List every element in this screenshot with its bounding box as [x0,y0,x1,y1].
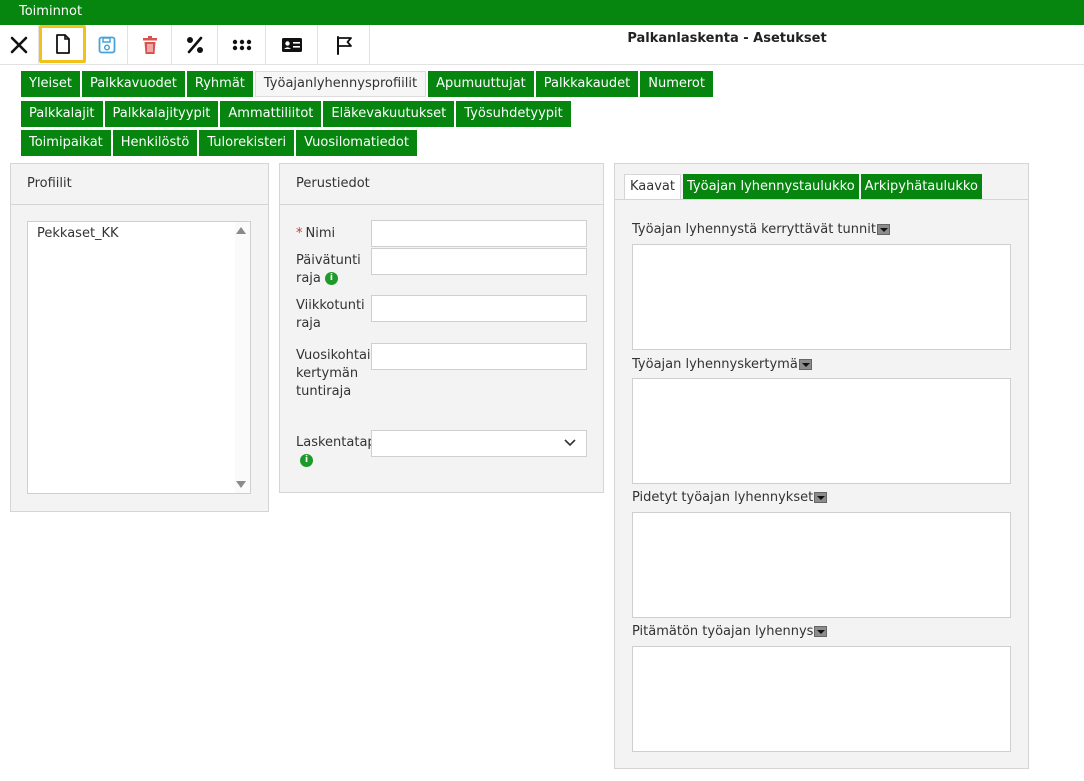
page-title: Palkanlaskenta - Asetukset [627,31,827,46]
tab-henkilosto[interactable]: Henkilöstö [112,130,198,156]
tab-ryhmat[interactable]: Ryhmät [186,71,253,97]
daily-hour-limit-label: Päivätunti raja i [296,253,361,286]
formula-label: Työajan lyhennyskertymä [632,357,812,372]
formula-label: Työajan lyhennystä kerryttävät tunnit [632,222,890,237]
tab-yleiset[interactable]: Yleiset [21,71,81,97]
profiles-scrollbar[interactable] [235,222,250,493]
formula-textarea[interactable] [632,378,1011,484]
dropdown-icon[interactable] [876,224,890,235]
settings-tabs-row-3: Toimipaikat Henkilöstö Tulorekisteri Vuo… [21,130,417,156]
basic-info-header: Perustiedot [280,164,603,205]
tab-apumuuttujat[interactable]: Apumuuttujat [428,71,534,97]
formulas-panel: Kaavat Työajan lyhennystaulukko Arkipyhä… [614,163,1029,769]
menu-bar[interactable]: Toiminnot [0,0,1084,25]
profiles-header: Profiilit [11,164,268,205]
basic-info-panel: Perustiedot * Nimi Päivätunti raja i Viikk… [279,163,604,493]
tab-tulorekisteri[interactable]: Tulorekisteri [199,130,295,156]
tab-palkkalajityypit[interactable]: Palkkalajityypit [104,101,219,127]
profiles-list[interactable]: Pekkaset_KK [27,221,251,494]
calculation-method-label: Laskentatapai [296,435,384,467]
tab-palkkakaudet[interactable]: Palkkakaudet [535,71,639,97]
tab-toimipaikat[interactable]: Toimipaikat [21,130,111,156]
formula-textarea[interactable] [632,646,1011,752]
dropdown-icon[interactable] [798,359,812,370]
info-icon[interactable]: i [300,454,313,467]
calculation-method-select[interactable] [371,430,587,457]
scroll-up-icon[interactable] [236,227,246,234]
info-icon[interactable]: i [324,272,338,285]
formula-label: Pitämätön työajan lyhennys [632,624,828,639]
settings-tabs-row-1: Yleiset Palkkavuodet Ryhmät Työajanlyhen… [21,71,713,97]
scroll-down-icon[interactable] [236,481,246,488]
weekly-hour-limit-field[interactable] [371,295,587,322]
tab-tyoajanlyhennysprofiilit[interactable]: Työajanlyhennysprofiilit [254,71,427,97]
tab-ammattiliitot[interactable]: Ammattiliitot [220,101,322,127]
tab-kaavat[interactable]: Kaavat [624,174,681,199]
tab-palkkavuodet[interactable]: Palkkavuodet [82,71,185,97]
settings-tabs-row-2: Palkkalajit Palkkalajityypit Ammattiliit… [21,101,571,127]
required-marker: * [296,226,303,241]
yearly-hour-limit-field[interactable] [371,343,587,370]
tab-numerot[interactable]: Numerot [640,71,713,97]
menu-title[interactable]: Toiminnot [19,4,82,19]
dropdown-icon[interactable] [814,492,828,503]
chevron-down-icon [564,439,576,447]
name-label: * Nimi [296,226,336,241]
name-field[interactable] [371,220,587,247]
daily-hour-limit-field[interactable] [371,248,587,275]
formula-tabs: Kaavat Työajan lyhennystaulukko Arkipyhä… [624,174,982,199]
tab-elakevakuutukset[interactable]: Eläkevakuutukset [323,101,455,127]
subtab-divider [615,199,1028,200]
tab-arkipyhataulukko[interactable]: Arkipyhätaulukko [860,174,982,199]
tab-tyoajan-lyhennystaulukko[interactable]: Työajan lyhennystaulukko [683,174,859,199]
tab-vuosilomatiedot[interactable]: Vuosilomatiedot [296,130,417,156]
profiles-panel: Profiilit Pekkaset_KK [10,163,269,512]
formula-label: Pidetyt työajan lyhennykset [632,490,828,505]
formula-textarea[interactable] [632,512,1011,618]
tab-palkkalajit[interactable]: Palkkalajit [21,101,103,127]
dropdown-icon[interactable] [814,626,828,637]
list-item[interactable]: Pekkaset_KK [37,226,119,241]
formula-textarea[interactable] [632,244,1011,350]
weekly-hour-limit-label: Viikkotunti raja [296,298,365,331]
tab-tyosuhdetyypit[interactable]: Työsuhdetyypit [456,101,571,127]
yearly-hour-limit-label: Vuosikohtainen kertymän tuntiraja [296,348,395,399]
